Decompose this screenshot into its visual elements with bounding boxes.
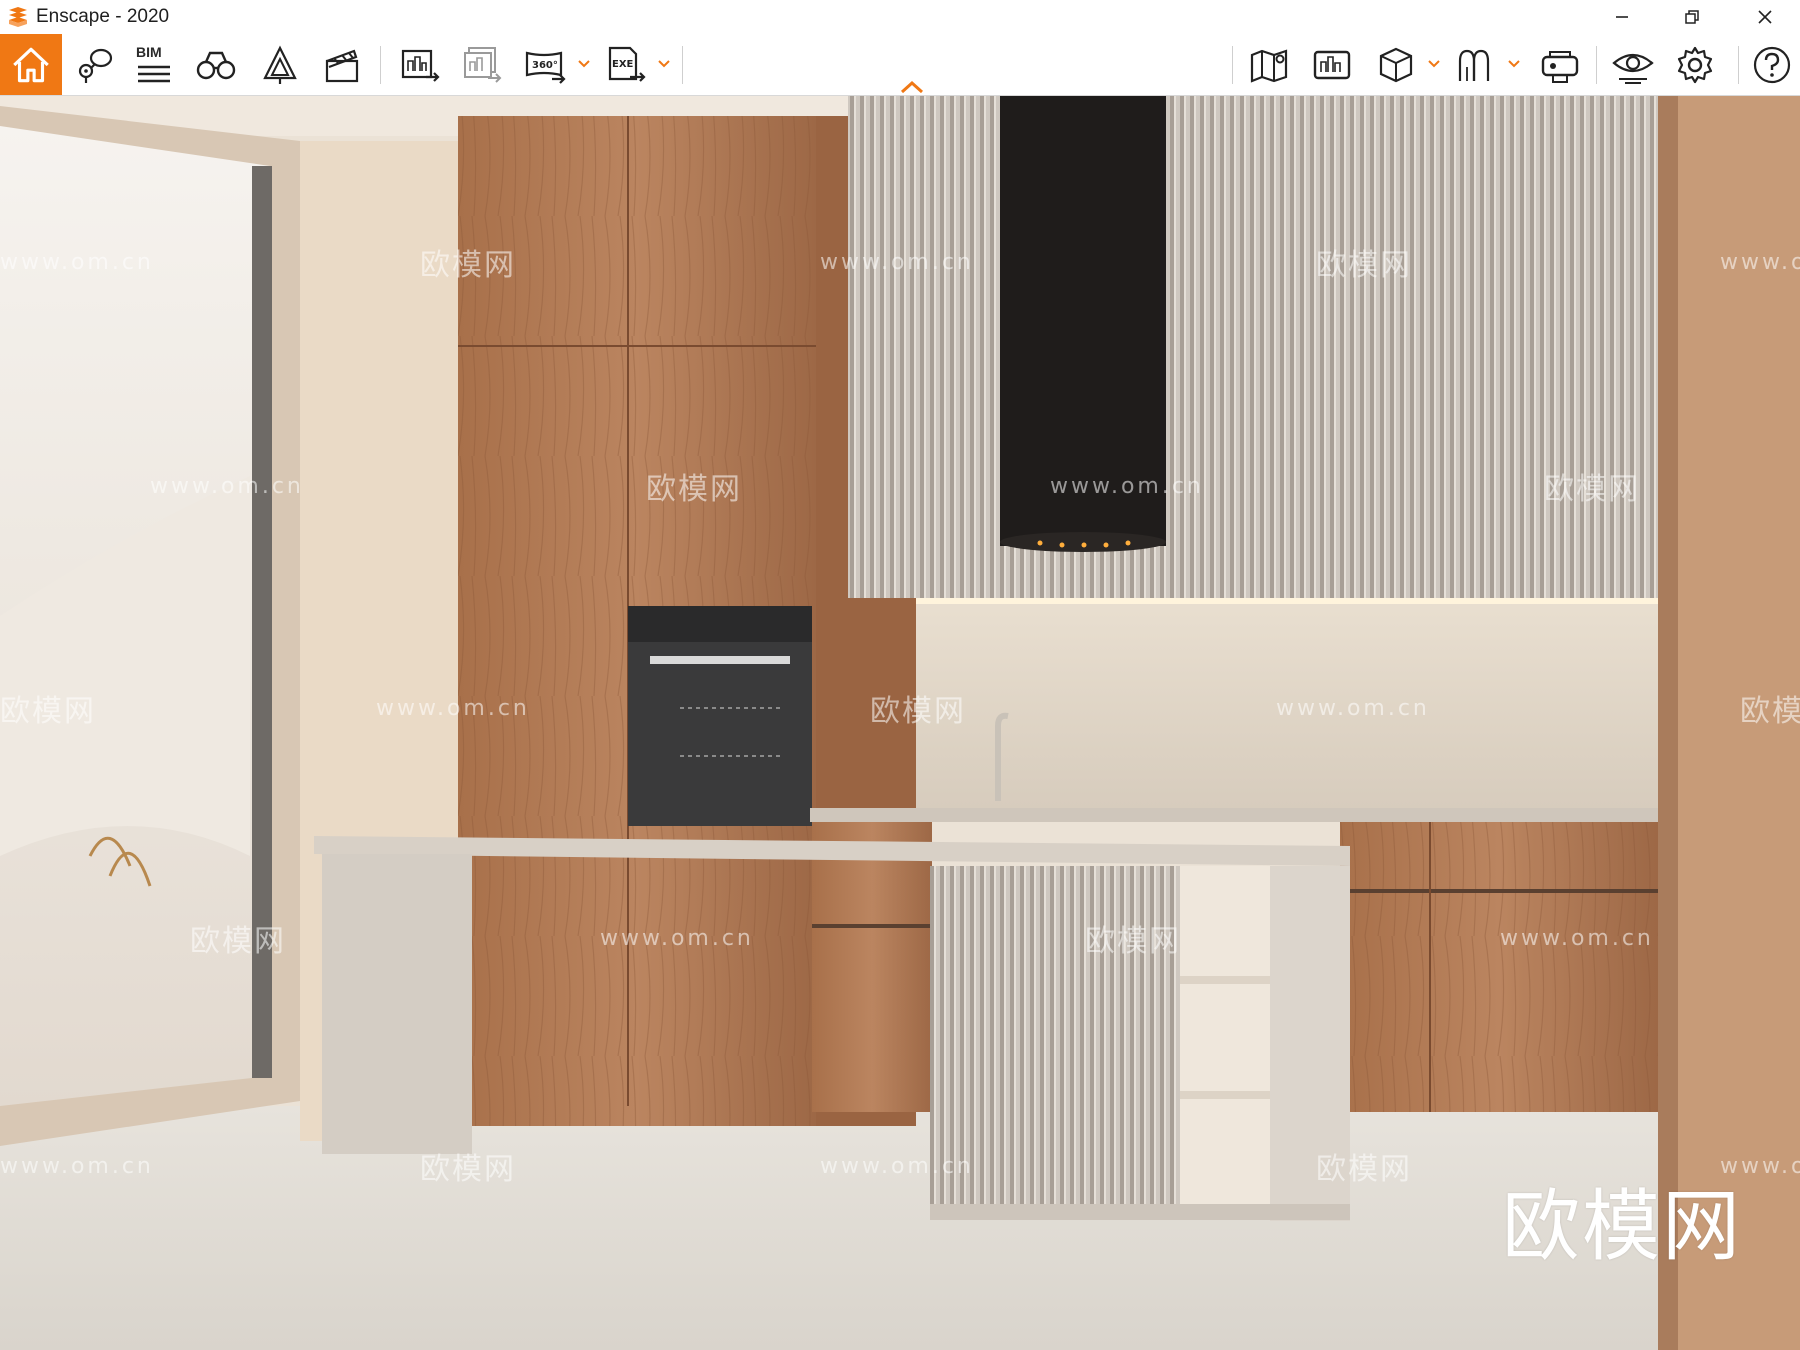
svg-text:360°: 360° xyxy=(532,60,558,71)
help-icon xyxy=(1753,46,1791,83)
close-icon xyxy=(1758,10,1772,24)
home-button[interactable] xyxy=(0,34,62,95)
upload-arches-icon xyxy=(1458,49,1490,81)
video-editor-button[interactable] xyxy=(318,34,366,95)
title-bar: Enscape - 2020 xyxy=(0,0,1800,34)
window-title: Enscape - 2020 xyxy=(36,6,170,27)
minimize-icon xyxy=(1616,16,1628,18)
upload-button[interactable] xyxy=(1452,34,1500,95)
upload-dropdown[interactable] xyxy=(1506,52,1522,76)
minimize-button[interactable] xyxy=(1587,0,1657,34)
exe-dropdown[interactable] xyxy=(656,52,672,76)
eye-icon xyxy=(1612,53,1654,84)
home-icon xyxy=(13,47,49,82)
render-viewport[interactable]: 欧模网 欧模网 www.om.cn www.om.cn www.om.cn 欧模… xyxy=(0,96,1800,1350)
chevron-down-icon xyxy=(1428,60,1440,68)
restore-button[interactable] xyxy=(1657,0,1727,34)
asset-dropdown[interactable] xyxy=(1426,52,1442,76)
bim-label: BIM xyxy=(136,44,162,60)
exe-export-icon: EXE xyxy=(608,46,646,82)
asset-cube-button[interactable] xyxy=(1372,34,1420,95)
enscape-logo-icon xyxy=(9,7,27,27)
visual-settings-button[interactable] xyxy=(1608,34,1658,95)
panorama-360-button[interactable]: 360° xyxy=(520,34,572,95)
view-management-icon xyxy=(78,48,113,83)
toolbar-divider xyxy=(1232,46,1233,84)
general-settings-button[interactable] xyxy=(1670,34,1720,95)
batch-export-button[interactable] xyxy=(458,34,506,95)
toolbar-divider xyxy=(1596,46,1597,84)
chevron-down-icon xyxy=(658,60,670,68)
toolbar-divider xyxy=(380,46,381,84)
help-button[interactable] xyxy=(1748,34,1796,95)
batch-export-icon xyxy=(464,46,502,83)
kitchen-render-image xyxy=(0,96,1800,1350)
tree-asset-icon xyxy=(263,45,297,84)
restore-icon xyxy=(1685,10,1699,24)
close-button[interactable] xyxy=(1730,0,1800,34)
collapse-toolbar-chevron-icon[interactable] xyxy=(898,80,926,94)
chevron-down-icon xyxy=(1508,60,1520,68)
screenshot-export-button[interactable] xyxy=(396,34,444,95)
walk-mode-button[interactable] xyxy=(192,34,240,95)
vr-headset-icon xyxy=(1541,50,1579,83)
cube-icon xyxy=(1379,47,1413,82)
map-button[interactable] xyxy=(1245,34,1293,95)
watermark-logo-text: 欧模网 xyxy=(1501,1182,1742,1272)
toolbar-divider xyxy=(682,46,683,84)
batch-render-button[interactable] xyxy=(1308,34,1356,95)
batch-render-icon xyxy=(1313,50,1351,79)
view-management-button[interactable] xyxy=(70,34,118,95)
binoculars-icon xyxy=(196,51,236,79)
panorama-360-icon: 360° xyxy=(525,51,566,84)
exe-export-button[interactable]: EXE xyxy=(602,34,650,95)
gear-icon xyxy=(1677,46,1713,83)
clapperboard-icon xyxy=(325,49,359,82)
map-icon xyxy=(1250,48,1288,83)
object-library-button[interactable] xyxy=(256,34,304,95)
svg-text:EXE: EXE xyxy=(612,59,634,70)
toolbar-divider xyxy=(1738,46,1739,84)
screenshot-export-icon xyxy=(401,49,440,82)
chevron-down-icon xyxy=(578,60,590,68)
vr-headset-button[interactable] xyxy=(1534,34,1586,95)
panorama-dropdown[interactable] xyxy=(576,52,592,76)
